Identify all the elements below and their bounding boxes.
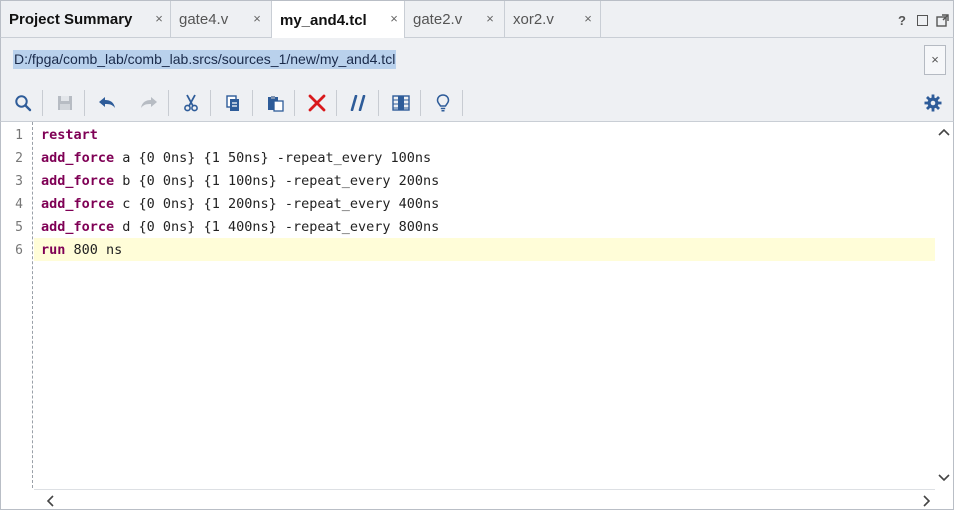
close-icon[interactable]: × <box>152 12 166 26</box>
chevron-down-icon[interactable] <box>938 474 950 482</box>
code-keyword: add_force <box>41 150 115 166</box>
code-editor[interactable]: 1 2 3 4 5 6 restart add_force a {0 0ns} … <box>0 122 954 510</box>
lightbulb-icon <box>436 94 450 112</box>
tab-label: my_and4.tcl <box>280 11 367 29</box>
save-icon <box>58 96 72 110</box>
delete-icon <box>308 94 326 112</box>
tab-project-summary[interactable]: Project Summary × <box>1 1 171 38</box>
tab-my-and4-tcl[interactable]: my_and4.tcl × <box>272 1 405 39</box>
line-number-gutter: 1 2 3 4 5 6 <box>1 122 33 488</box>
line-number: 1 <box>15 128 23 143</box>
cut-icon <box>184 94 198 112</box>
column-select-icon <box>392 95 410 111</box>
tab-xor2-v[interactable]: xor2.v × <box>505 1 601 38</box>
current-line-highlight <box>34 238 936 261</box>
float-icon[interactable] <box>936 14 949 27</box>
chevron-up-icon[interactable] <box>938 128 950 136</box>
code-text: 800 ns <box>65 242 123 258</box>
editor-tab-bar: Project Summary × gate4.v × my_and4.tcl … <box>0 0 954 39</box>
code-line[interactable]: add_force d {0 0ns} {1 400ns} -repeat_ev… <box>41 216 439 239</box>
line-number: 4 <box>15 197 23 212</box>
code-line[interactable]: add_force c {0 0ns} {1 200ns} -repeat_ev… <box>41 193 439 216</box>
chevron-left-icon[interactable] <box>46 495 54 507</box>
editor-toolbar <box>0 84 954 122</box>
horizontal-scrollbar[interactable] <box>34 489 937 509</box>
tab-label: xor2.v <box>513 11 554 28</box>
copy-icon <box>226 94 239 111</box>
undo-button[interactable] <box>95 91 119 115</box>
code-text: a {0 0ns} {1 50ns} -repeat_every 100ns <box>114 150 432 166</box>
copy-button[interactable] <box>221 91 245 115</box>
search-button[interactable] <box>11 91 35 115</box>
redo-icon <box>141 97 157 108</box>
code-text: c {0 0ns} {1 200ns} -repeat_every 400ns <box>114 196 440 212</box>
close-icon[interactable]: × <box>581 12 595 26</box>
hint-button[interactable] <box>431 91 455 115</box>
undo-icon <box>99 97 115 108</box>
tab-gate2-v[interactable]: gate2.v × <box>405 1 505 38</box>
code-keyword: add_force <box>41 219 115 235</box>
line-number: 3 <box>15 174 23 189</box>
vertical-scrollbar[interactable] <box>935 122 953 488</box>
code-text: d {0 0ns} {1 400ns} -repeat_every 800ns <box>114 219 440 235</box>
close-path-button[interactable]: × <box>924 45 946 75</box>
gear-icon <box>924 94 942 112</box>
scrollbar-corner <box>935 489 953 509</box>
maximize-icon[interactable] <box>917 15 928 26</box>
close-icon[interactable]: × <box>250 12 264 26</box>
code-keyword: restart <box>41 127 98 143</box>
chevron-right-icon[interactable] <box>923 495 931 507</box>
code-line[interactable]: add_force a {0 0ns} {1 50ns} -repeat_eve… <box>41 147 431 170</box>
tab-gate4-v[interactable]: gate4.v × <box>171 1 272 38</box>
comment-icon <box>350 95 366 111</box>
code-text: b {0 0ns} {1 100ns} -repeat_every 200ns <box>114 173 440 189</box>
code-keyword: add_force <box>41 196 115 212</box>
search-icon <box>15 95 32 112</box>
cut-button[interactable] <box>179 91 203 115</box>
code-line[interactable]: add_force b {0 0ns} {1 100ns} -repeat_ev… <box>41 170 439 193</box>
file-path-bar: D:/fpga/comb_lab/comb_lab.srcs/sources_1… <box>0 38 954 84</box>
code-line[interactable]: run 800 ns <box>41 239 122 262</box>
line-number: 6 <box>15 243 23 258</box>
code-line[interactable]: restart <box>41 124 98 147</box>
column-select-button[interactable] <box>389 91 413 115</box>
close-icon[interactable]: × <box>387 12 401 26</box>
paste-icon <box>267 95 284 112</box>
tab-label: gate2.v <box>413 11 463 28</box>
help-icon[interactable]: ? <box>895 13 909 28</box>
paste-button[interactable] <box>263 91 287 115</box>
tab-label: Project Summary <box>9 11 133 28</box>
file-path-text[interactable]: D:/fpga/comb_lab/comb_lab.srcs/sources_1… <box>13 50 397 69</box>
settings-button[interactable] <box>921 91 945 115</box>
save-button[interactable] <box>53 91 77 115</box>
window-controls: ? <box>895 13 949 28</box>
delete-button[interactable] <box>305 91 329 115</box>
code-keyword: run <box>41 242 66 258</box>
comment-toggle-button[interactable] <box>347 91 371 115</box>
close-icon[interactable]: × <box>483 12 497 26</box>
line-number: 2 <box>15 151 23 166</box>
line-number: 5 <box>15 220 23 235</box>
tab-label: gate4.v <box>179 11 229 28</box>
code-keyword: add_force <box>41 173 115 189</box>
redo-button[interactable] <box>137 91 161 115</box>
